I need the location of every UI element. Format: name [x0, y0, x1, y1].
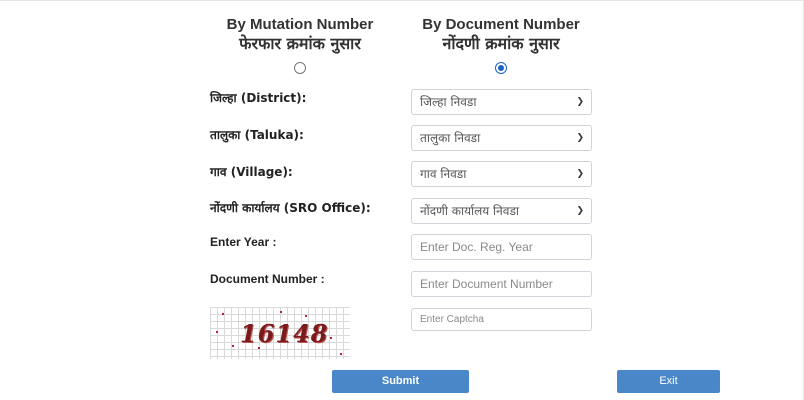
option-mutation-title-en: By Mutation Number [226, 16, 374, 33]
captcha-input[interactable] [411, 308, 592, 331]
district-label: जिल्हा (District): [210, 91, 307, 105]
sro-office-label: नोंदणी कार्यालय (SRO Office): [210, 201, 371, 215]
document-number-label: Document Number : [210, 272, 325, 286]
sro-office-select[interactable]: नोंदणी कार्यालय निवडा ❯ [411, 198, 592, 224]
captcha-noise [305, 315, 307, 317]
radio-document-number[interactable] [495, 62, 507, 74]
option-document-title-en: By Document Number [422, 16, 580, 33]
captcha-noise [216, 331, 218, 333]
village-select-value: गाव निवडा [420, 167, 467, 181]
taluka-label: तालुका (Taluka): [210, 128, 304, 142]
chevron-down-icon: ❯ [576, 206, 584, 216]
year-label: Enter Year : [210, 235, 277, 249]
top-border [0, 0, 804, 1]
captcha-noise [222, 313, 224, 315]
document-number-input[interactable] [411, 271, 592, 297]
taluka-select-value: तालुका निवडा [420, 131, 481, 145]
captcha-noise [280, 311, 282, 313]
submit-button[interactable]: Submit [332, 370, 469, 393]
radio-mutation-number[interactable] [294, 62, 306, 74]
chevron-down-icon: ❯ [576, 133, 584, 143]
option-document-number: By Document Number नोंदणी क्रमांक नुसार [412, 16, 590, 54]
village-label: गाव (Village): [210, 165, 293, 179]
sro-office-select-value: नोंदणी कार्यालय निवडा [420, 204, 520, 218]
captcha-code: 16148 [240, 319, 329, 348]
captcha-image: 16148 [210, 307, 350, 359]
year-input[interactable] [411, 234, 592, 260]
chevron-down-icon: ❯ [576, 169, 584, 179]
captcha-noise [330, 337, 332, 339]
exit-button[interactable]: Exit [617, 370, 720, 393]
captcha-noise [340, 353, 342, 355]
village-select[interactable]: गाव निवडा ❯ [411, 161, 592, 187]
captcha-noise [232, 345, 234, 347]
option-mutation-number: By Mutation Number फेरफार क्रमांक नुसार [215, 16, 385, 54]
district-select[interactable]: जिल्हा निवडा ❯ [411, 89, 592, 115]
option-mutation-title-mr: फेरफार क्रमांक नुसार [239, 34, 361, 53]
district-select-value: जिल्हा निवडा [420, 95, 477, 109]
option-document-title-mr: नोंदणी क्रमांक नुसार [442, 34, 560, 53]
taluka-select[interactable]: तालुका निवडा ❯ [411, 125, 592, 151]
chevron-down-icon: ❯ [576, 97, 584, 107]
